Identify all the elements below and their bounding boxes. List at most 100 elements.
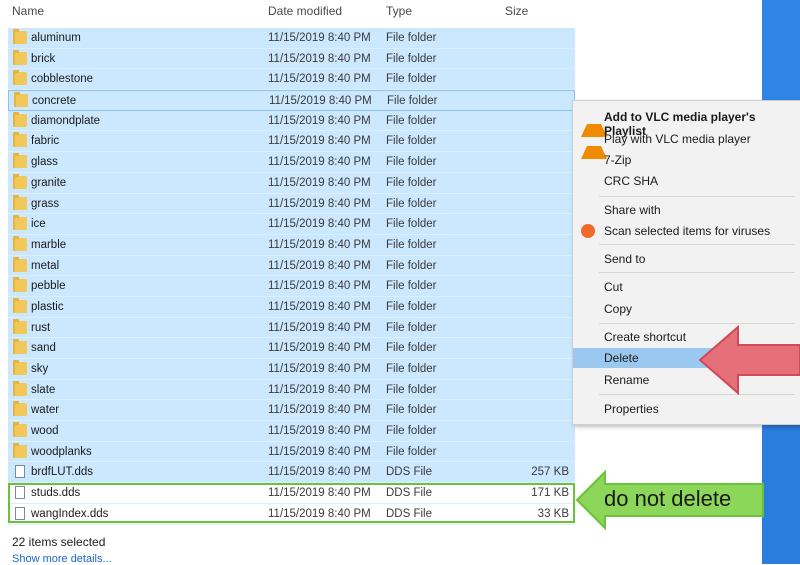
column-headers: Name Date modified Type Size <box>0 0 590 24</box>
file-name: rust <box>31 321 51 334</box>
column-header-type[interactable]: Type <box>386 4 412 18</box>
folder-row[interactable]: ice 11/15/2019 8:40 PM File folder <box>8 214 575 235</box>
menu-item-share-with[interactable]: Share with <box>573 200 799 220</box>
menu-item-cut[interactable]: Cut <box>573 277 799 297</box>
date-modified: 11/15/2019 8:40 PM <box>268 342 371 355</box>
file-type: File folder <box>386 176 437 189</box>
file-name: metal <box>31 259 60 272</box>
folder-icon <box>13 256 27 272</box>
column-header-name[interactable]: Name <box>12 4 44 18</box>
menu-item-label: Rename <box>604 373 650 387</box>
file-name: plastic <box>31 300 64 313</box>
file-name: water <box>31 404 60 417</box>
folder-row[interactable]: sky 11/15/2019 8:40 PM File folder <box>8 359 575 380</box>
status-selected-count: 22 items selected <box>12 535 106 549</box>
file-explorer: Name Date modified Type Size aluminum 11/… <box>0 0 590 565</box>
folder-row[interactable]: wood 11/15/2019 8:40 PM File folder <box>8 421 575 442</box>
menu-item-scan-selected-items-for-viruses[interactable]: Scan selected items for viruses <box>573 221 799 241</box>
file-name: fabric <box>31 135 60 148</box>
folder-icon <box>13 132 27 148</box>
file-type: File folder <box>386 445 437 458</box>
folder-icon <box>13 318 27 334</box>
file-type: File folder <box>386 32 437 44</box>
date-modified: 11/15/2019 8:40 PM <box>268 425 371 438</box>
file-type: DDS File <box>386 466 433 479</box>
folder-row[interactable]: sand 11/15/2019 8:40 PM File folder <box>8 338 575 359</box>
folder-icon <box>13 442 27 458</box>
file-row[interactable]: brdfLUT.dds 11/15/2019 8:40 PM DDS File 257… <box>8 462 575 484</box>
menu-item-label: Scan selected items for viruses <box>604 224 771 238</box>
show-more-details-link[interactable]: Show more details... <box>12 553 112 565</box>
date-modified: 11/15/2019 8:40 PM <box>268 73 371 86</box>
date-modified: 11/15/2019 8:40 PM <box>268 238 371 251</box>
menu-item-crc-sha[interactable]: CRC SHA <box>573 171 799 191</box>
menu-item-label: Cut <box>604 280 623 294</box>
folder-row[interactable]: cobblestone 11/15/2019 8:40 PM File folder <box>8 69 575 91</box>
file-name: studs.dds <box>31 487 81 500</box>
date-modified: 11/15/2019 8:40 PM <box>268 197 371 210</box>
menu-item-play-with-vlc-media-player[interactable]: Play with VLC media player <box>573 129 799 159</box>
file-name: sand <box>31 342 56 355</box>
date-modified: 11/15/2019 8:40 PM <box>269 95 372 108</box>
folder-icon <box>13 380 27 396</box>
folder-row[interactable]: woodplanks 11/15/2019 8:40 PM File folder <box>8 441 575 463</box>
red-arrow-icon <box>698 325 800 395</box>
folder-row[interactable]: metal 11/15/2019 8:40 PM File folder <box>8 255 575 277</box>
folder-icon <box>13 70 27 86</box>
file-type: File folder <box>386 114 437 127</box>
file-size: 33 KB <box>537 507 569 520</box>
file-type: DDS File <box>386 507 433 520</box>
folder-row[interactable]: granite 11/15/2019 8:40 PM File folder <box>8 172 575 194</box>
folder-row[interactable]: rust 11/15/2019 8:40 PM File folder <box>8 317 575 339</box>
folder-row[interactable]: grass 11/15/2019 8:40 PM File folder <box>8 193 575 215</box>
folder-row[interactable]: concrete 11/15/2019 8:40 PM File folder <box>8 90 575 111</box>
folder-icon <box>13 339 27 355</box>
file-name: marble <box>31 238 67 251</box>
folder-icon <box>13 49 27 65</box>
file-type: File folder <box>386 342 437 355</box>
scan-icon <box>581 224 595 238</box>
menu-item-copy[interactable]: Copy <box>573 299 799 319</box>
file-row[interactable]: studs.dds 11/15/2019 8:40 PM DDS File 171 K… <box>8 483 575 504</box>
folder-row[interactable]: brick 11/15/2019 8:40 PM File folder <box>8 48 575 70</box>
column-header-date[interactable]: Date modified <box>268 4 342 18</box>
folder-row[interactable]: aluminum 11/15/2019 8:40 PM File folder <box>8 28 575 49</box>
menu-item-add-to-vlc-media-player-s-playlist[interactable]: Add to VLC media player's Playlist <box>573 107 799 138</box>
folder-icon <box>13 235 27 251</box>
date-modified: 11/15/2019 8:40 PM <box>268 466 371 479</box>
column-header-size[interactable]: Size <box>505 4 528 18</box>
folder-row[interactable]: diamondplate 11/15/2019 8:40 PM File folde… <box>8 110 575 132</box>
folder-icon <box>13 422 27 438</box>
folder-icon <box>13 215 27 231</box>
date-modified: 11/15/2019 8:40 PM <box>268 445 371 458</box>
folder-row[interactable]: marble 11/15/2019 8:40 PM File folder <box>8 234 575 256</box>
folder-row[interactable]: fabric 11/15/2019 8:40 PM File folder <box>8 131 575 153</box>
file-type: File folder <box>386 197 437 210</box>
date-modified: 11/15/2019 8:40 PM <box>268 321 371 334</box>
date-modified: 11/15/2019 8:40 PM <box>268 32 371 44</box>
folder-row[interactable]: slate 11/15/2019 8:40 PM File folder <box>8 379 575 401</box>
file-name: granite <box>31 176 67 189</box>
folder-row[interactable]: water 11/15/2019 8:40 PM File folder <box>8 400 575 422</box>
date-modified: 11/15/2019 8:40 PM <box>268 300 371 313</box>
menu-item-label: 7-Zip <box>604 153 632 167</box>
menu-item-properties[interactable]: Properties <box>573 399 799 419</box>
file-type: File folder <box>386 300 437 313</box>
date-modified: 11/15/2019 8:40 PM <box>268 156 371 169</box>
date-modified: 11/15/2019 8:40 PM <box>268 383 371 396</box>
menu-item-send-to[interactable]: Send to <box>573 249 799 269</box>
date-modified: 11/15/2019 8:40 PM <box>268 280 371 293</box>
file-list: aluminum 11/15/2019 8:40 PM File folder bri… <box>8 28 575 525</box>
folder-row[interactable]: glass 11/15/2019 8:40 PM File folder <box>8 152 575 173</box>
file-size: 171 KB <box>531 487 569 500</box>
folder-row[interactable]: plastic 11/15/2019 8:40 PM File folder <box>8 296 575 318</box>
menu-item-7-zip[interactable]: 7-Zip <box>573 150 799 170</box>
date-modified: 11/15/2019 8:40 PM <box>268 487 371 500</box>
file-type: File folder <box>386 73 437 86</box>
date-modified: 11/15/2019 8:40 PM <box>268 507 371 520</box>
folder-icon <box>13 194 27 210</box>
file-row[interactable]: wangIndex.dds 11/15/2019 8:40 PM DDS File 3… <box>8 503 575 525</box>
folder-row[interactable]: pebble 11/15/2019 8:40 PM File folder <box>8 276 575 297</box>
folder-icon <box>13 111 27 127</box>
menu-item-label: Play with VLC media player <box>604 132 751 146</box>
